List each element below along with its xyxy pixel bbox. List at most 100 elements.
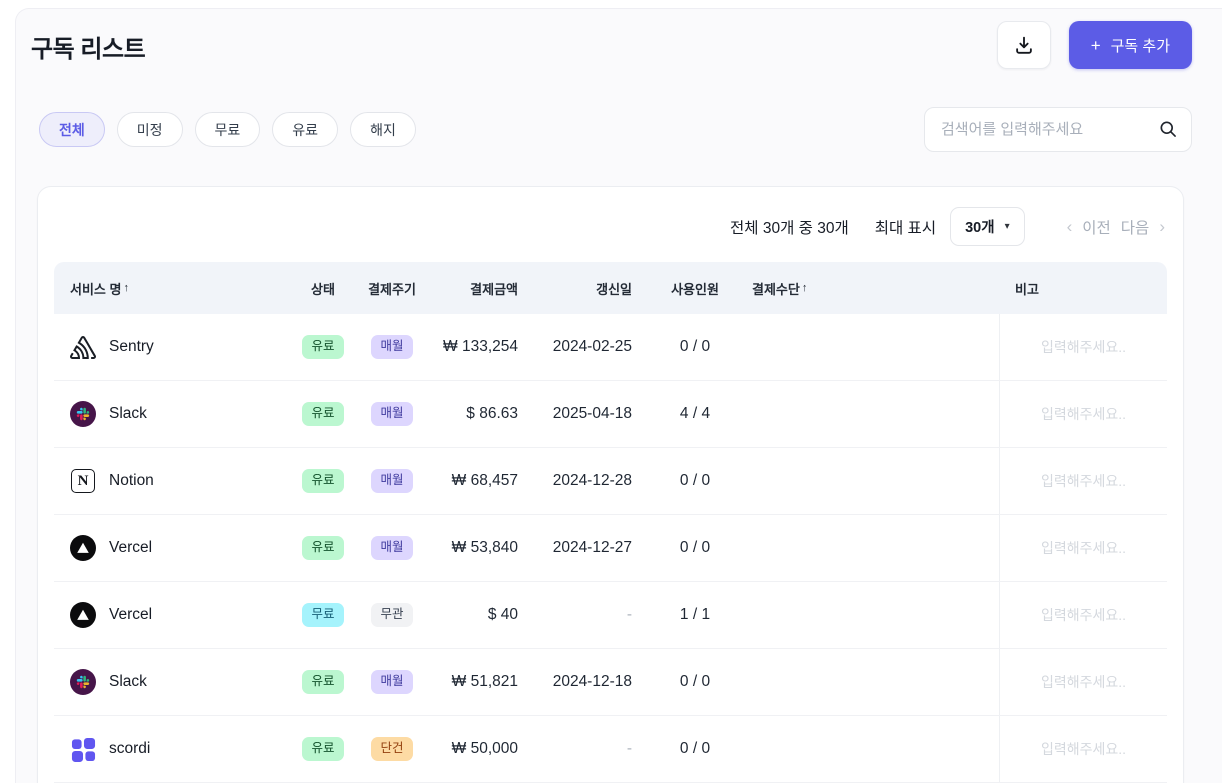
note-input[interactable]: 입력해주세요.. [999,381,1167,447]
status-badge: 유료 [302,402,344,426]
member-count: 0 / 0 [679,673,711,690]
page-title: 구독 리스트 [31,36,146,63]
next-page-button[interactable]: 다음 [1121,216,1150,238]
download-button[interactable] [996,21,1051,69]
column-label: 결제수단 [752,281,800,297]
renewal-date: 2025-04-18 [552,405,632,422]
filter-chip-2[interactable]: 무료 [194,112,261,147]
status-badge: 유료 [302,737,344,761]
status-badge: 유료 [302,670,344,694]
note-placeholder: 입력해주세요.. [1040,540,1127,556]
add-subscription-button[interactable]: + 구독 추가 [1068,21,1192,69]
service-name: Slack [109,405,147,422]
column-label: 결제금액 [470,281,518,297]
billing-cycle-badge: 매월 [371,670,413,694]
column-header-3: 결제금액 [432,279,528,298]
note-placeholder: 입력해주세요.. [1040,473,1127,489]
billing-cycle-badge: 매월 [371,335,413,359]
column-label: 서비스 명 [70,281,122,297]
table-row[interactable]: scordi 유료 단건 ₩ 50,000 - 0 / 0 입력해주세요.. [54,716,1167,783]
list-toolbar: 전체 30개 중 30개 최대 표시 30개 ▾ ‹ 이전 다음 › [54,207,1167,246]
payment-method-cell[interactable] [748,548,999,549]
billing-cycle-badge: 매월 [371,536,413,560]
table-row[interactable]: Vercel 무료 무관 $ 40 - 1 / 1 입력해주세요.. [54,582,1167,649]
renewal-date: - [626,740,632,757]
subscription-list-card: 전체 30개 중 30개 최대 표시 30개 ▾ ‹ 이전 다음 › 서비스 명… [37,186,1184,783]
payment-method-cell[interactable] [748,682,999,683]
search-box [924,107,1192,152]
renewal-date: 2024-12-28 [552,472,632,489]
page-size-value: 30개 [965,220,995,236]
column-label: 갱신일 [596,281,632,297]
note-input[interactable]: 입력해주세요.. [999,314,1167,380]
payment-method-cell[interactable] [748,414,999,415]
column-label: 비고 [1015,281,1039,297]
service-name: Sentry [109,338,154,355]
service-name: Vercel [109,539,153,556]
billing-cycle-badge: 단건 [371,737,413,761]
service-name: Vercel [109,606,153,623]
slack-logo [70,401,96,427]
member-count: 4 / 4 [679,405,711,422]
note-input[interactable]: 입력해주세요.. [999,582,1167,648]
billing-amount: ₩ 133,254 [443,338,518,355]
payment-method-cell[interactable] [748,615,999,616]
table-row[interactable]: Slack 유료 매월 ₩ 51,821 2024-12-18 0 / 0 입력… [54,649,1167,716]
note-input[interactable]: 입력해주세요.. [999,448,1167,514]
billing-cycle-badge: 매월 [371,402,413,426]
slack-logo [70,669,96,695]
column-label: 사용인원 [671,281,719,297]
filter-row: 전체 미정 무료 유료 해지 [31,107,1192,152]
table-row[interactable]: Slack 유료 매월 $ 86.63 2025-04-18 4 / 4 입력해… [54,381,1167,448]
payment-method-cell[interactable] [748,749,999,750]
add-subscription-label: 구독 추가 [1110,37,1170,55]
prev-page-button[interactable]: 이전 [1082,216,1111,238]
column-header-5: 사용인원 [642,279,748,298]
vercel-logo [70,535,96,561]
filter-chip-4[interactable]: 해지 [350,112,416,147]
table-row[interactable]: Sentry 유료 매월 ₩ 133,254 2024-02-25 0 / 0 … [54,314,1167,381]
column-header-6[interactable]: 결제수단 ↑ [748,279,999,298]
note-placeholder: 입력해주세요.. [1040,741,1127,757]
note-input[interactable]: 입력해주세요.. [999,649,1167,715]
chevron-down-icon: ▾ [1004,221,1010,232]
billing-amount: ₩ 50,000 [451,740,518,757]
service-name: Slack [109,673,147,690]
chevron-left-icon[interactable]: ‹ [1067,217,1073,237]
column-label: 상태 [311,281,335,297]
note-input[interactable]: 입력해주세요.. [999,515,1167,581]
filter-chip-3[interactable]: 유료 [272,112,339,147]
table-row[interactable]: N Notion 유료 매월 ₩ 68,457 2024-12-28 0 / 0… [54,448,1167,515]
member-count: 0 / 0 [679,740,711,757]
search-icon[interactable] [1158,119,1178,139]
billing-cycle-badge: 매월 [371,469,413,493]
filter-chip-0[interactable]: 전체 [39,112,105,147]
note-placeholder: 입력해주세요.. [1040,406,1127,422]
filter-chip-1[interactable]: 미정 [116,112,183,147]
page-size-dropdown[interactable]: 30개 ▾ [950,207,1025,246]
download-icon [1015,36,1032,54]
total-count-text: 전체 30개 중 30개 [730,219,849,237]
payment-method-cell[interactable] [748,347,999,348]
member-count: 0 / 0 [679,539,711,556]
sort-asc-icon: ↑ [801,282,808,294]
chevron-right-icon[interactable]: › [1159,217,1165,237]
column-header-7: 비고 [999,279,1167,298]
note-placeholder: 입력해주세요.. [1040,674,1127,690]
table-header-row: 서비스 명 ↑ 상태 결제주기 결제금액 갱신일 사용인원 결제수단 ↑ 비고 [54,262,1167,314]
search-input[interactable] [924,107,1192,152]
table-row[interactable]: Vercel 유료 매월 ₩ 53,840 2024-12-27 0 / 0 입… [54,515,1167,582]
status-badge: 무료 [302,603,344,627]
header-actions: + 구독 추가 [996,21,1192,69]
renewal-date: - [626,606,632,623]
subscription-table: 서비스 명 ↑ 상태 결제주기 결제금액 갱신일 사용인원 결제수단 ↑ 비고 Sentry 유료… [54,262,1167,783]
billing-amount: ₩ 68,457 [451,472,518,489]
service-name: Notion [109,472,154,489]
plus-icon: + [1090,35,1101,55]
notion-logo: N [70,468,96,494]
column-header-0[interactable]: 서비스 명 ↑ [54,279,294,298]
pagination: ‹ 이전 다음 › [1067,216,1165,238]
payment-method-cell[interactable] [748,481,999,482]
page-header: 구독 리스트 + 구독 추가 [31,19,1192,69]
note-input[interactable]: 입력해주세요.. [999,716,1167,782]
